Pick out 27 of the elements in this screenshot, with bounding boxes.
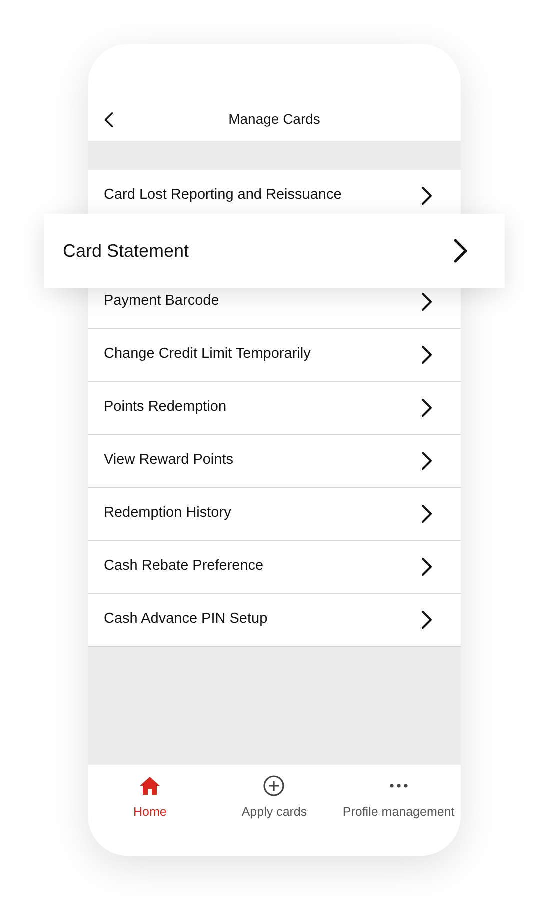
back-icon: [104, 111, 114, 129]
page-title: Manage Cards: [228, 110, 320, 129]
menu-item[interactable]: Redemption History: [88, 488, 461, 540]
chevron-right-icon: [421, 451, 433, 471]
chevron-right-icon: [421, 610, 433, 630]
nav-tab[interactable]: Profile management: [336, 775, 461, 856]
chevron-right-icon: [421, 292, 433, 312]
nav-tab[interactable]: Home: [88, 775, 212, 856]
back-button[interactable]: [104, 110, 116, 130]
chevron-right-icon: [421, 504, 433, 524]
menu-item[interactable]: Card Lost Reporting and Reissuance: [88, 170, 461, 222]
nav-tab[interactable]: Apply cards: [212, 775, 337, 856]
menu-item[interactable]: Payment Barcode: [88, 276, 461, 328]
chevron-right-icon: [421, 345, 433, 365]
add-circle-icon: [263, 775, 286, 797]
chevron-right-icon: [421, 398, 433, 418]
menu-item[interactable]: Card Statement: [44, 214, 505, 288]
menu-item[interactable]: Cash Advance PIN Setup: [88, 594, 461, 646]
menu-item[interactable]: Change Credit Limit Temporarily: [88, 329, 461, 381]
chevron-right-icon: [421, 186, 433, 206]
chevron-right-icon: [453, 238, 469, 264]
home-icon: [139, 776, 162, 796]
more-icon: [390, 784, 408, 788]
menu-item[interactable]: Points Redemption: [88, 382, 461, 434]
chevron-right-icon: [421, 557, 433, 577]
menu-item[interactable]: View Reward Points: [88, 435, 461, 487]
menu-item[interactable]: Cash Rebate Preference: [88, 541, 461, 593]
